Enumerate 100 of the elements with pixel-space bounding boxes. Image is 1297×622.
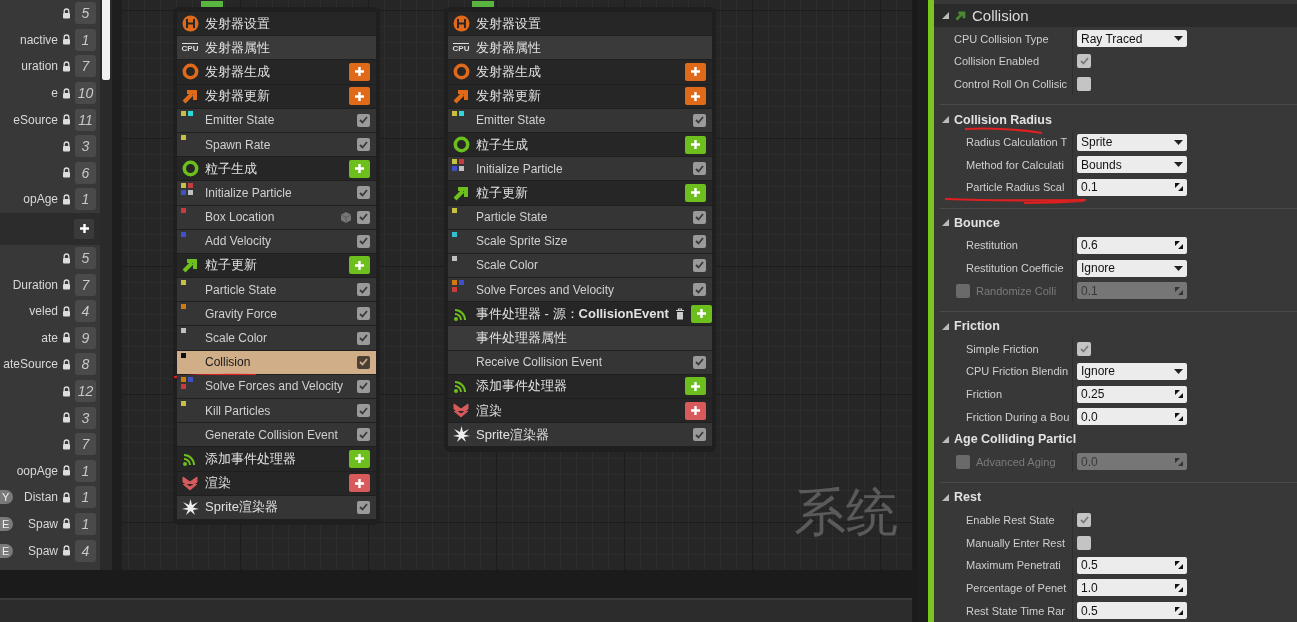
add-button[interactable] (349, 159, 370, 178)
module-row[interactable]: Sprite渲染器 (448, 423, 712, 447)
scrollbar-thumb[interactable] (102, 0, 110, 80)
dropdown[interactable]: Ignore (1077, 363, 1187, 380)
add-button[interactable] (685, 87, 706, 106)
add-button[interactable] (349, 87, 370, 106)
enable-checkbox[interactable] (357, 113, 370, 127)
stage-row[interactable]: 添加事件处理器 (177, 447, 376, 471)
enable-checkbox[interactable] (693, 355, 706, 369)
checkbox[interactable] (1077, 535, 1091, 550)
add-button[interactable] (349, 474, 370, 493)
add-button[interactable] (690, 304, 712, 323)
enable-checkbox[interactable] (357, 210, 370, 224)
stage-row[interactable]: 发射器更新 (448, 84, 712, 108)
enable-checkbox[interactable] (357, 283, 370, 297)
enable-checkbox[interactable] (357, 138, 370, 152)
dropdown[interactable]: Ignore (1077, 259, 1187, 277)
add-button[interactable] (685, 183, 706, 202)
module-row[interactable]: Kill Particles (177, 399, 376, 423)
collapse-triangle-icon[interactable] (942, 493, 949, 501)
module-row[interactable]: Particle State (177, 278, 376, 302)
properties-row[interactable]: CPU 发射器属性 (177, 36, 376, 60)
stage-row[interactable]: 渲染 (448, 399, 712, 423)
add-button[interactable] (685, 62, 706, 81)
module-row[interactable]: Emitter State (448, 108, 712, 132)
stage-row[interactable]: 发射器设置 (177, 12, 376, 36)
stage-row[interactable]: 发射器生成 (448, 60, 712, 84)
collapse-triangle-icon[interactable] (942, 435, 949, 443)
add-button[interactable] (685, 135, 706, 154)
dropdown[interactable]: Ray Traced (1077, 30, 1187, 48)
stage-row[interactable]: 渲染 (177, 471, 376, 495)
number-field[interactable]: 0.5 (1077, 556, 1187, 574)
enable-checkbox[interactable] (693, 234, 706, 248)
enable-checkbox[interactable] (357, 500, 370, 514)
number-field[interactable]: 0.0 (1077, 408, 1187, 426)
enable-checkbox[interactable] (357, 234, 370, 248)
module-row[interactable]: Generate Collision Event (177, 423, 376, 447)
module-row[interactable]: Initialize Particle (448, 157, 712, 181)
collapse-triangle-icon[interactable] (942, 12, 949, 20)
stage-row[interactable]: 事件处理器 - 源：CollisionEvent (448, 302, 712, 326)
trash-icon[interactable] (674, 307, 685, 320)
enable-checkbox[interactable] (357, 404, 370, 418)
properties-row[interactable]: 事件处理器属性 (448, 326, 712, 350)
module-row[interactable]: Sprite渲染器 (177, 495, 376, 519)
emitter-node[interactable] (444, 7, 716, 453)
stage-row[interactable]: 粒子生成 (448, 132, 712, 157)
enable-checkbox[interactable] (357, 307, 370, 321)
module-row[interactable]: Solve Forces and Velocity (448, 278, 712, 302)
stage-row[interactable]: 添加事件处理器 (448, 374, 712, 398)
module-row[interactable]: Initialize Particle (177, 181, 376, 205)
emitter-node[interactable] (173, 7, 380, 525)
properties-row[interactable]: CPU 发射器属性 (448, 36, 712, 60)
module-row[interactable]: Particle State (448, 205, 712, 229)
checkbox[interactable] (1077, 341, 1091, 356)
stage-row[interactable]: 粒子生成 (177, 157, 376, 181)
module-row[interactable]: Gravity Force (177, 302, 376, 326)
enable-checkbox[interactable] (357, 379, 370, 393)
enable-checkbox[interactable] (357, 331, 370, 345)
module-row[interactable]: Scale Sprite Size (448, 229, 712, 253)
collapse-triangle-icon[interactable] (942, 219, 949, 227)
module-row[interactable]: Emitter State (177, 108, 376, 132)
checkbox[interactable] (1077, 512, 1091, 527)
stage-row[interactable]: 发射器更新 (177, 84, 376, 108)
checkbox[interactable] (1077, 54, 1091, 69)
enable-checkbox[interactable] (693, 428, 706, 442)
number-field[interactable]: 1.0 (1077, 579, 1187, 597)
enable-checkbox[interactable] (357, 355, 370, 369)
add-button[interactable] (685, 377, 706, 396)
enable-checkbox[interactable] (357, 186, 370, 200)
add-button[interactable] (349, 449, 370, 468)
number-field[interactable]: 0.25 (1077, 385, 1187, 403)
module-row[interactable]: Solve Forces and Velocity (177, 374, 376, 398)
module-row[interactable]: Scale Color (448, 253, 712, 278)
number-field[interactable]: 0.5 (1077, 602, 1187, 620)
add-button[interactable] (349, 256, 370, 275)
stage-row[interactable]: 发射器设置 (448, 12, 712, 36)
enable-checkbox[interactable] (693, 258, 706, 272)
number-field[interactable]: 0.6 (1077, 236, 1187, 254)
module-row[interactable]: Box Location (177, 205, 376, 229)
enable-checkbox[interactable] (357, 428, 370, 442)
add-button[interactable] (74, 218, 94, 239)
enable-checkbox[interactable] (693, 210, 706, 224)
stage-row[interactable]: 发射器生成 (177, 60, 376, 84)
module-row[interactable]: Add Velocity (177, 229, 376, 253)
collapse-triangle-icon[interactable] (942, 322, 949, 330)
stage-row[interactable]: 粒子更新 (177, 253, 376, 278)
collapse-triangle-icon[interactable] (942, 116, 949, 124)
add-button[interactable] (349, 62, 370, 81)
stage-row[interactable]: 粒子更新 (448, 181, 712, 205)
add-button[interactable] (685, 401, 706, 420)
enable-checkbox[interactable] (693, 283, 706, 297)
module-row[interactable]: Receive Collision Event (448, 350, 712, 374)
enable-checkbox[interactable] (693, 113, 706, 127)
checkbox[interactable] (1077, 77, 1091, 92)
module-row[interactable]: Scale Color (177, 326, 376, 350)
dropdown[interactable]: Bounds (1077, 156, 1187, 174)
dropdown[interactable]: Sprite (1077, 133, 1187, 151)
module-row[interactable]: Spawn Rate (177, 132, 376, 157)
enable-checkbox[interactable] (693, 162, 706, 176)
number-field[interactable]: 0.1 (1077, 178, 1187, 196)
